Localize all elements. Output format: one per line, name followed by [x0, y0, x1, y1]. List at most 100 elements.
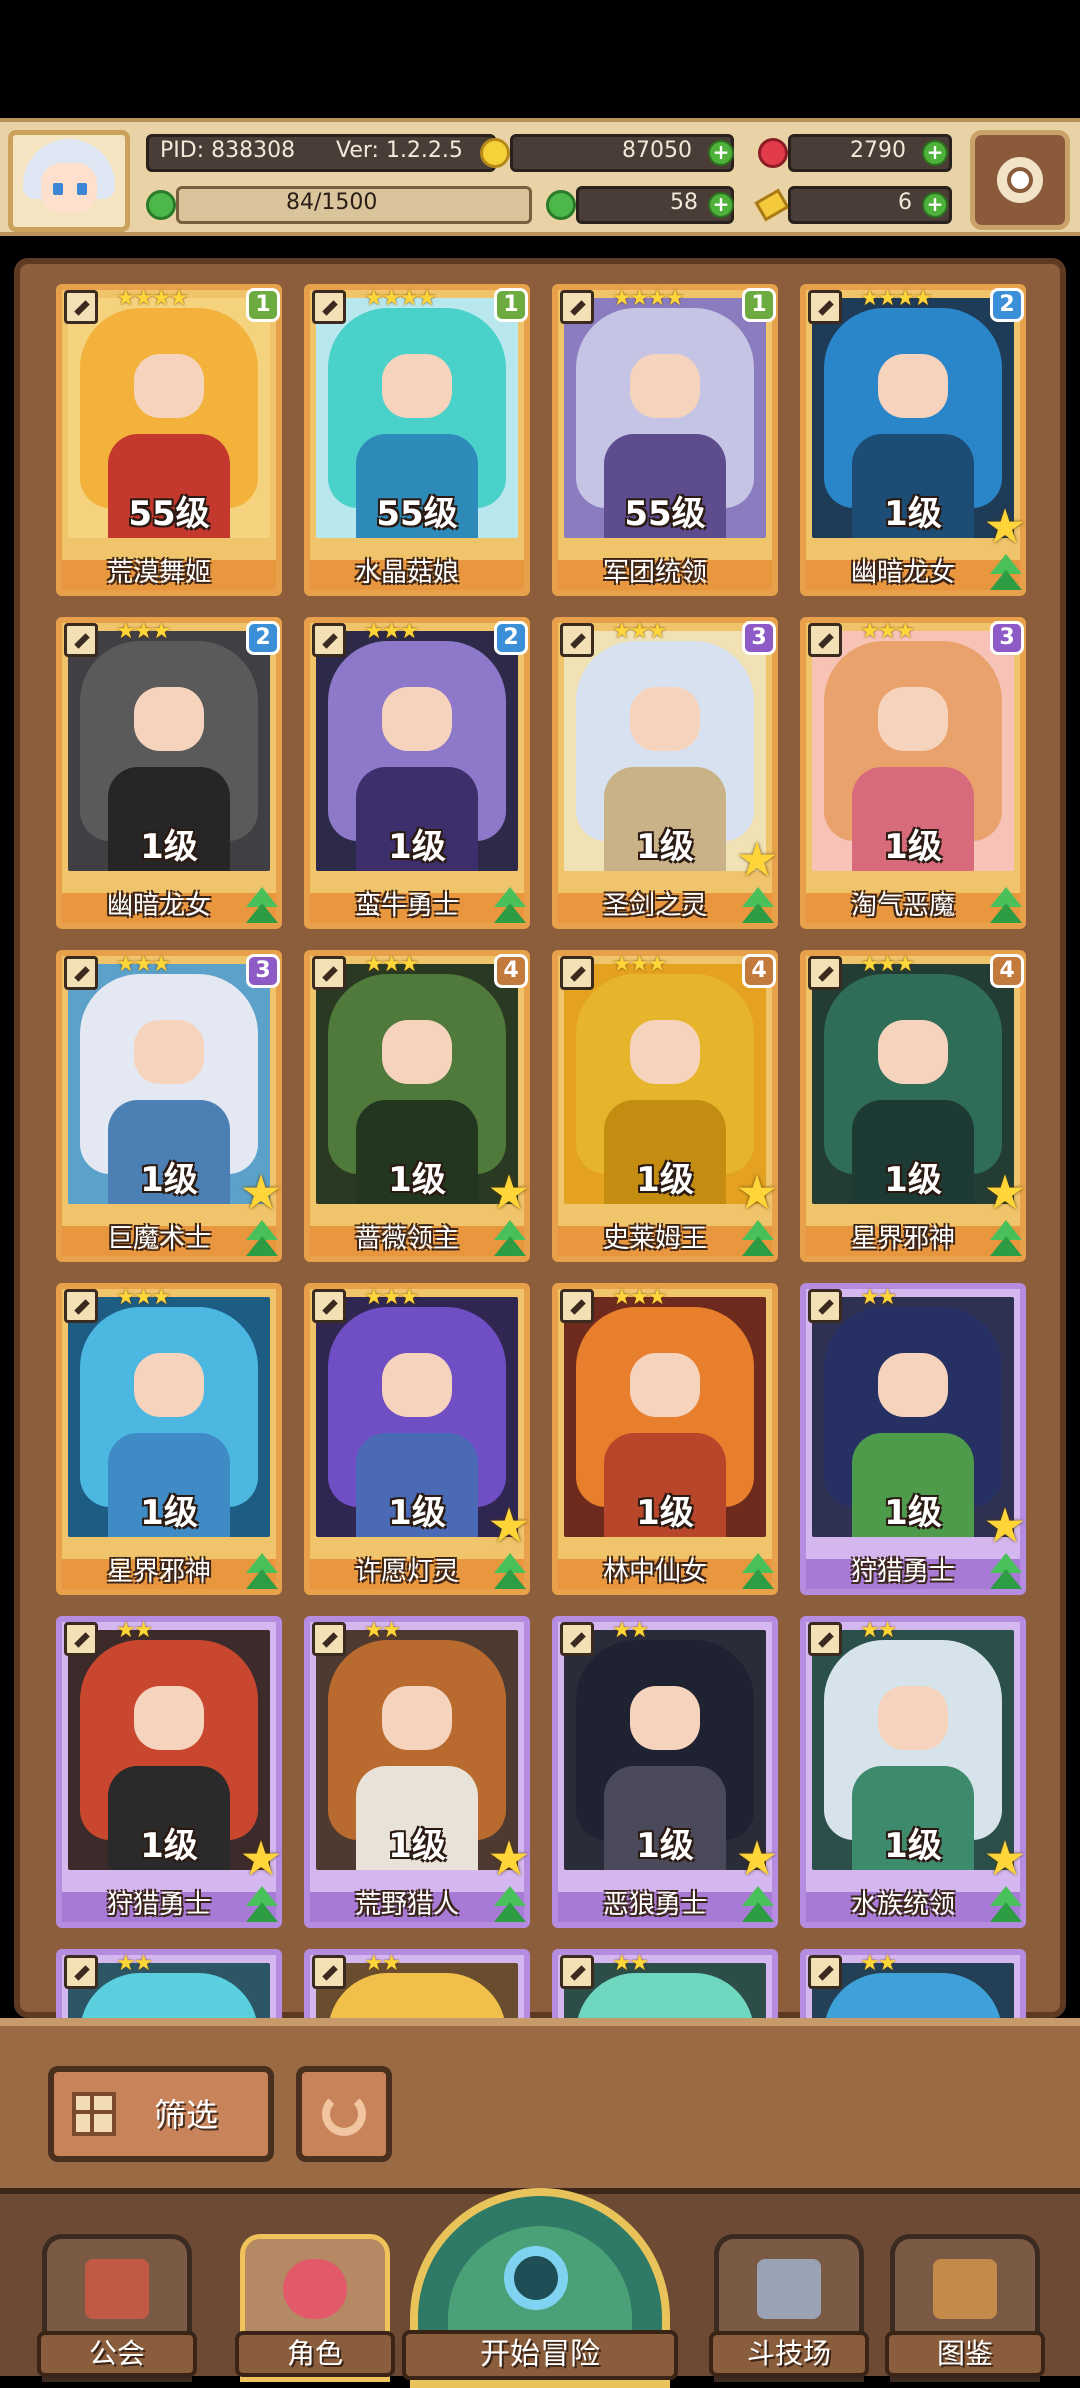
portrait-face: [134, 1020, 204, 1084]
guild-house-icon: [85, 2259, 149, 2319]
roster-toolbar: 筛选: [0, 2018, 1080, 2188]
hero-card[interactable]: ★★★★ 1 55级 水晶菇娘: [304, 284, 530, 596]
hero-card[interactable]: ★★ 1级 水族统领 ★: [800, 1616, 1027, 1928]
hero-name: 恶狼勇士: [602, 1890, 707, 1920]
rarity-stars: ★★★: [116, 952, 171, 977]
rarity-stars: ★★★: [860, 619, 915, 644]
hero-card[interactable]: ★★ 1级 荒野猎人 ★: [304, 1616, 531, 1928]
portrait-hair: [80, 1973, 258, 2024]
rarity-stars: ★★★: [116, 619, 171, 644]
hero-card[interactable]: ★★: [552, 1949, 778, 2024]
weapon-class-icon: [808, 290, 842, 324]
hero-name: 狩猎勇士: [106, 1890, 211, 1920]
weapon-class-icon: [808, 1289, 842, 1323]
hero-card[interactable]: ★★★ 4 1级 星界邪神 ★: [800, 950, 1028, 1262]
level-up-arrow-icon: [488, 1553, 532, 1593]
add-clover-button[interactable]: +: [708, 192, 734, 218]
hero-card[interactable]: ★★★ 1级 林中仙女: [552, 1283, 778, 1595]
hero-card[interactable]: ★★★ 2 1级 蛮牛勇士: [304, 617, 530, 929]
player-avatar[interactable]: [8, 130, 130, 232]
hero-face-icon: [283, 2259, 347, 2319]
weapon-class-icon: [312, 1289, 346, 1323]
rank-badge: 1: [742, 288, 776, 322]
key-amount: 6: [898, 190, 912, 215]
rank-badge: 1: [494, 288, 528, 322]
portrait-face: [382, 687, 452, 751]
tab-arena[interactable]: 斗技场: [709, 2234, 869, 2382]
rank-badge: 3: [990, 621, 1024, 655]
rank-badge: 4: [990, 954, 1024, 988]
hero-portrait: [564, 1963, 766, 2024]
tab-heroes[interactable]: 角色: [235, 2234, 395, 2382]
hero-card[interactable]: ★★: [304, 1949, 530, 2024]
filter-button[interactable]: 筛选: [48, 2066, 274, 2162]
rank-badge: 2: [990, 288, 1024, 322]
hero-card[interactable]: ★★★ 1级 许愿灯灵 ★: [304, 1283, 532, 1595]
rarity-stars: ★★★: [364, 1285, 419, 1310]
level-up-arrow-icon: [984, 887, 1028, 927]
gold-coin-icon: [480, 138, 510, 168]
game-screen: PID: 838308 Ver: 1.2.2.5 87050 + 2790 + …: [0, 0, 1080, 2388]
portrait-face: [630, 687, 700, 751]
avatar-eye: [77, 183, 87, 195]
hero-card[interactable]: ★★: [56, 1949, 282, 2024]
level-up-arrow-icon: [240, 1553, 284, 1593]
add-gems-button[interactable]: +: [922, 140, 948, 166]
stamina-icon: [146, 190, 176, 220]
rarity-stars: ★★: [612, 1618, 649, 1643]
weapon-class-icon: [312, 1622, 346, 1656]
key-icon: [754, 188, 790, 222]
weapon-class-icon: [312, 623, 346, 657]
hero-card[interactable]: ★★ 1级 狩猎勇士 ★: [56, 1616, 283, 1928]
weapon-class-icon: [64, 623, 98, 657]
hero-card[interactable]: ★★★★ 1 55级 军团统领: [552, 284, 778, 596]
tab-guild[interactable]: 公会: [37, 2234, 197, 2382]
red-gem-icon: [758, 138, 788, 168]
hero-card[interactable]: ★★★ 3 1级 圣剑之灵 ★: [552, 617, 779, 929]
hero-card[interactable]: ★★ 1级 恶狼勇士 ★: [552, 1616, 780, 1928]
reset-sort-button[interactable]: [296, 2066, 392, 2162]
tab-codex[interactable]: 图鉴: [885, 2234, 1045, 2382]
avatar-eye: [53, 183, 63, 195]
gear-center: [1011, 171, 1029, 189]
hero-level: 1级: [884, 827, 942, 867]
rank-badge: 2: [246, 621, 280, 655]
start-adventure-button[interactable]: 开始冒险: [402, 2188, 678, 2388]
portrait-face: [878, 687, 948, 751]
hero-card[interactable]: ★★★ 4 1级 史莱姆王 ★: [552, 950, 780, 1262]
hero-card[interactable]: ★★★★ 1 55级 荒漠舞姬: [56, 284, 282, 596]
hero-grid[interactable]: ★★★★ 1 55级 荒漠舞姬 ★★★★ 1 55级 水晶菇娘 ★★★★ 1 55级 军团统领 ★★★★…: [56, 284, 1036, 2024]
star-up-icon: ★: [487, 1165, 531, 1221]
level-up-arrow-icon: [736, 1886, 780, 1926]
hero-name: 林中仙女: [602, 1557, 707, 1587]
bottom-navigation: 公会 角色 开始冒险 斗技场 图鉴: [0, 2188, 1080, 2388]
add-gold-button[interactable]: +: [708, 140, 734, 166]
level-up-arrow-icon: [488, 1220, 532, 1260]
weapon-class-icon: [64, 956, 98, 990]
book-icon: [933, 2259, 997, 2319]
hero-card[interactable]: ★★★★ 2 1级 幽暗龙女 ★: [800, 284, 1027, 596]
hero-card[interactable]: ★★: [800, 1949, 1026, 2024]
portrait-face: [134, 687, 204, 751]
portrait-face: [134, 354, 204, 418]
hero-level: 1级: [140, 827, 198, 867]
weapon-class-icon: [64, 290, 98, 324]
rarity-stars: ★★★: [612, 619, 667, 644]
hero-card[interactable]: ★★★ 2 1级 幽暗龙女: [56, 617, 282, 929]
weapon-class-icon: [312, 956, 346, 990]
hero-card[interactable]: ★★★ 3 1级 巨魔术士 ★: [56, 950, 283, 1262]
star-up-icon: ★: [983, 499, 1027, 555]
portrait-hair: [328, 1973, 506, 2024]
hero-card[interactable]: ★★ 1级 狩猎勇士 ★: [800, 1283, 1027, 1595]
hero-card[interactable]: ★★★ 1级 星界邪神: [56, 1283, 282, 1595]
add-keys-button[interactable]: +: [922, 192, 948, 218]
level-up-arrow-icon: [736, 1220, 780, 1260]
hero-name: 水晶菇娘: [354, 558, 459, 588]
settings-button[interactable]: [970, 130, 1070, 230]
rarity-stars: ★★★: [612, 1285, 667, 1310]
hero-card[interactable]: ★★★ 3 1级 淘气恶魔: [800, 617, 1026, 929]
star-up-icon: ★: [239, 1831, 283, 1887]
hero-card[interactable]: ★★★ 4 1级 蔷薇领主 ★: [304, 950, 532, 1262]
level-up-arrow-icon: [984, 1220, 1028, 1260]
hero-name: 荒野猎人: [354, 1890, 459, 1920]
